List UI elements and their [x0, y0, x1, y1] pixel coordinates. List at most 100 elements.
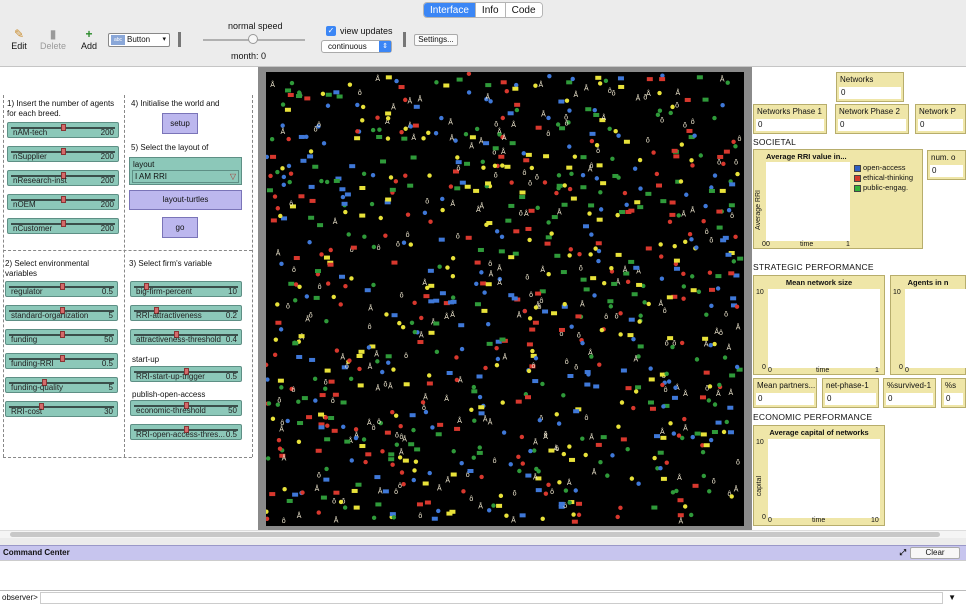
world-view[interactable]: ÅôôÅôÅÅÅôôôôôÅôôôÅÅÅôôÅôôÅÅôÅôÅôôÅÅôôôÅÅ… [266, 72, 744, 526]
turtle: ô [519, 211, 523, 218]
turtle [610, 156, 615, 162]
tab-code[interactable]: Code [505, 3, 542, 17]
turtle [508, 203, 515, 208]
edit-button[interactable]: ✎ Edit [4, 27, 34, 51]
slider-standard-organization[interactable]: standard-organization 5 [5, 305, 118, 321]
widget-type-select[interactable]: abc Button ▾ [108, 33, 170, 47]
turtle [690, 288, 697, 293]
slider-rri-cost[interactable]: RRI-cost 30 [5, 401, 118, 417]
turtle [484, 222, 489, 228]
slider-big-firm-percent[interactable]: big-firm-percent 10 [130, 281, 242, 297]
slider-knob[interactable] [61, 196, 66, 203]
turtle: ô [529, 292, 533, 299]
slider-knob[interactable] [61, 220, 66, 227]
slider-noem[interactable]: nOEM 200 [7, 194, 119, 210]
tab-info[interactable]: Info [475, 3, 506, 17]
slider-regulator[interactable]: regulator 0.5 [5, 281, 118, 297]
turtle [419, 315, 424, 321]
slider-value: 200 [100, 128, 114, 137]
turtle [483, 365, 488, 371]
turtle: Å [469, 142, 474, 151]
slider-rri-start-up-trigger[interactable]: RRI-start-up-trigger 0.5 [130, 366, 242, 382]
turtle [491, 503, 496, 508]
turtle [703, 203, 708, 209]
command-input[interactable] [40, 592, 943, 604]
slider-funding[interactable]: funding 50 [5, 329, 118, 345]
turtle [532, 448, 537, 453]
slider-knob[interactable] [61, 124, 66, 131]
view-updates-checkbox[interactable]: ✓ [326, 26, 336, 36]
turtle [411, 477, 416, 483]
turtle [348, 376, 354, 381]
update-mode-select[interactable]: continuous ⇕ [321, 40, 392, 53]
turtle [437, 422, 444, 427]
observer-prompt[interactable]: observer> [2, 591, 38, 605]
turtle [266, 516, 270, 521]
turtle: ô [675, 103, 679, 110]
turtle [300, 490, 305, 495]
turtle: ô [615, 314, 619, 321]
slider-funding-rri[interactable]: funding-RRI 0.5 [5, 353, 118, 369]
slider-attractiveness-threshold[interactable]: attractiveness-threshold 0.4 [130, 329, 242, 345]
slider-rri-open-access-thres-[interactable]: RRI-open-access-thres... 0.5 [130, 424, 242, 440]
turtle: ô [456, 165, 460, 172]
turtle [711, 430, 718, 435]
turtle [389, 187, 396, 192]
plot-area [768, 439, 880, 518]
settings-button[interactable]: Settings... [414, 34, 458, 46]
slider-knob[interactable] [61, 148, 66, 155]
turtle [325, 103, 331, 108]
turtle [628, 259, 635, 264]
delete-button[interactable]: ▮ Delete [38, 27, 68, 51]
pencil-icon: ✎ [13, 27, 25, 41]
turtle [347, 82, 353, 87]
turtle [694, 245, 699, 250]
turtle [700, 450, 706, 455]
turtle [525, 473, 532, 478]
layout-chooser[interactable]: layout I AM RRI ▽ [129, 157, 242, 185]
speed-slider-knob[interactable] [248, 34, 258, 44]
slider-value: 0.5 [225, 372, 237, 381]
turtle [386, 360, 391, 365]
turtle [266, 362, 269, 368]
slider-knob[interactable] [59, 355, 65, 362]
slider-ncustomer[interactable]: nCustomer 200 [7, 218, 119, 234]
expand-icon[interactable]: ⤢ [900, 546, 906, 560]
slider-knob[interactable] [59, 331, 65, 338]
setup-button[interactable]: setup [162, 113, 198, 134]
turtle [333, 490, 340, 495]
turtle [424, 500, 431, 505]
turtle [637, 319, 642, 324]
tab-interface[interactable]: Interface [424, 3, 476, 17]
layout-turtles-button[interactable]: layout-turtles [129, 190, 242, 210]
turtle [343, 209, 348, 215]
go-button[interactable]: go [162, 217, 198, 238]
turtle [571, 512, 576, 517]
chevron-down-icon[interactable]: ▼ [948, 591, 956, 605]
turtle [687, 232, 693, 237]
slider-knob[interactable] [59, 283, 65, 290]
publish-label: publish-open-access [132, 390, 206, 399]
turtle [451, 449, 456, 454]
slider-rri-attractiveness[interactable]: RRI-attractiveness 0.2 [130, 305, 242, 321]
turtle [430, 425, 435, 430]
scrollbar-thumb[interactable] [10, 532, 940, 537]
slider-nam-tech[interactable]: nAM-tech 200 [7, 122, 119, 138]
legend-item: ethical-thinking [854, 173, 913, 183]
slider-nresearch-inst[interactable]: nResearch-inst 200 [7, 170, 119, 186]
horizontal-scrollbar[interactable] [0, 530, 966, 538]
add-button[interactable]: + Add [74, 27, 104, 51]
turtle [561, 451, 567, 457]
slider-economic-threshold[interactable]: economic-threshold 50 [130, 400, 242, 416]
turtle [696, 289, 702, 294]
turtle [393, 179, 399, 184]
turtle [638, 186, 643, 191]
turtle [450, 295, 456, 300]
slider-funding-quality[interactable]: funding-quality 5 [5, 377, 118, 393]
turtle [677, 498, 684, 503]
clear-button[interactable]: Clear [910, 547, 960, 559]
turtle [288, 281, 295, 286]
turtle [673, 385, 678, 390]
slider-nsupplier[interactable]: nSupplier 200 [7, 146, 119, 162]
turtle [540, 516, 545, 521]
